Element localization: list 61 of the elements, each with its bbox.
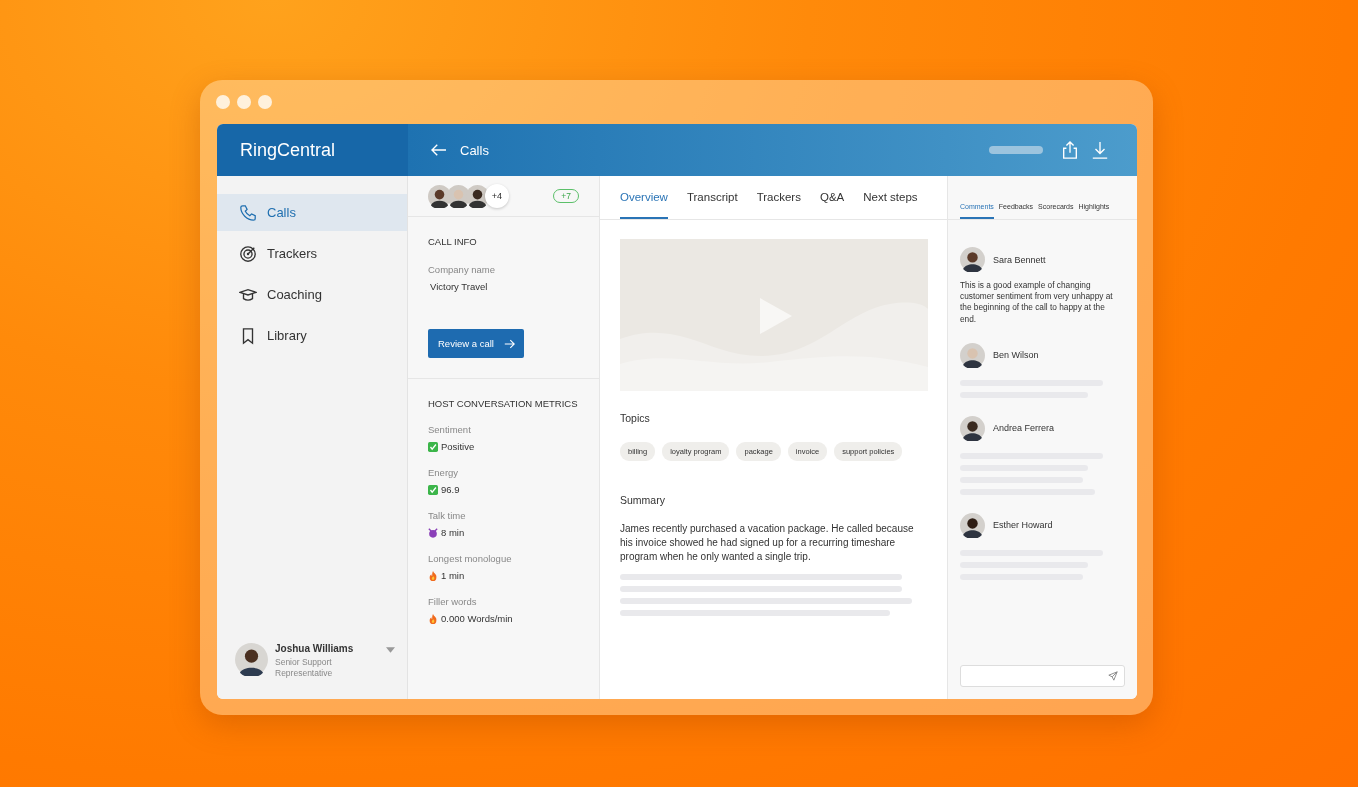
- tab[interactable]: Next steps: [863, 176, 918, 219]
- user-name: Joshua Williams: [275, 642, 355, 654]
- section-heading: CALL INFO: [428, 236, 477, 247]
- tab[interactable]: Trackers: [756, 176, 801, 219]
- metric-label: Energy: [428, 467, 460, 478]
- section-heading: Summary: [620, 494, 666, 506]
- author-name: Andrea Ferrera: [993, 423, 1055, 434]
- nav-item[interactable]: Calls: [217, 194, 407, 231]
- section-heading: HOST CONVERSATION METRICS: [428, 398, 579, 409]
- metric-value: 96.9: [441, 484, 460, 495]
- avatar: [960, 415, 985, 441]
- arrow-right-icon: [503, 338, 515, 349]
- more-count[interactable]: +4: [485, 184, 509, 208]
- tab[interactable]: Q&A: [819, 176, 845, 219]
- avatar: [960, 342, 985, 368]
- metric-label: Filler words: [428, 596, 478, 607]
- author-name: Sara Bennett: [993, 254, 1046, 265]
- metric-label: Sentiment: [428, 424, 472, 435]
- comment-input[interactable]: [960, 665, 1125, 687]
- nav-item[interactable]: Coaching: [217, 276, 407, 313]
- page-title: Calls: [460, 142, 489, 158]
- check-icon: [428, 484, 438, 495]
- avatar: [960, 247, 985, 272]
- author-name: Esther Howard: [993, 520, 1053, 531]
- avatar: [235, 642, 268, 676]
- metric-value: 0.000 Words/min: [441, 613, 513, 624]
- placeholder-bar: [989, 146, 1043, 154]
- caret-icon[interactable]: [386, 646, 395, 653]
- download-icon[interactable]: [1091, 140, 1109, 160]
- fire-icon: [428, 570, 438, 581]
- send-icon[interactable]: [1108, 671, 1118, 681]
- summary-text: James recently purchased a vacation package. He called because his invoice showed he had signed up for a recurring timeshare program when he only wanted a single trip.: [620, 522, 915, 564]
- target-icon: [239, 244, 257, 263]
- metric-label: Talk time: [428, 510, 467, 521]
- author-name: Ben Wilson: [993, 350, 1039, 361]
- nav-item[interactable]: Library: [217, 317, 407, 354]
- devil-face-icon: [428, 527, 438, 538]
- check-icon: [428, 441, 438, 452]
- window-dot[interactable]: [237, 95, 251, 109]
- logo-text: RingCentral: [240, 139, 336, 161]
- section-heading: Topics: [620, 412, 651, 424]
- back-icon[interactable]: [430, 143, 448, 157]
- field-label: Company name: [428, 264, 496, 275]
- tab[interactable]: Transcript: [686, 176, 738, 219]
- fire-icon: [428, 613, 438, 624]
- phone-icon: [239, 203, 257, 222]
- avatar: [466, 184, 489, 208]
- metric-value: 1 min: [441, 570, 465, 581]
- avatar: [960, 512, 985, 538]
- share-icon[interactable]: [1061, 140, 1079, 160]
- tab[interactable]: Overview: [620, 176, 668, 219]
- nav-item[interactable]: Trackers: [217, 235, 407, 272]
- review-button[interactable]: Review a call: [428, 329, 524, 358]
- window-dot[interactable]: [216, 95, 230, 109]
- window-dot[interactable]: [258, 95, 272, 109]
- metric-value: 8 min: [441, 527, 465, 538]
- field-value: Victory Travel: [429, 281, 489, 292]
- user-role: Senior Support Representative: [275, 656, 334, 679]
- comment-text: This is a good example of changing customer sentiment from very unhappy at the beginning of the call to happy at the end.: [960, 280, 1114, 325]
- metric-value: Positive: [441, 441, 475, 452]
- metric-label: Longest monologue: [428, 553, 513, 564]
